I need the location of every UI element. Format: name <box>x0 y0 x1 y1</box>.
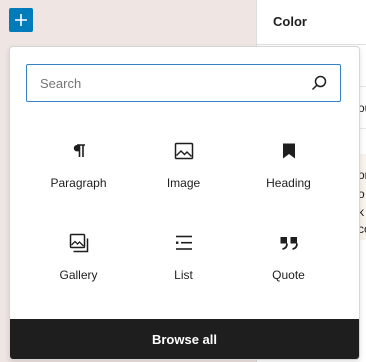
search-box <box>26 64 341 102</box>
block-label: Quote <box>272 268 305 282</box>
block-label: Heading <box>266 176 311 190</box>
block-label: Gallery <box>59 268 98 282</box>
paragraph-icon <box>67 139 91 163</box>
block-paragraph[interactable]: Paragraph <box>26 123 131 215</box>
search-input[interactable] <box>38 74 308 92</box>
search-icon[interactable] <box>308 72 330 94</box>
quote-icon <box>277 231 301 255</box>
block-heading[interactable]: Heading <box>236 123 341 215</box>
list-icon <box>172 231 196 255</box>
block-label: List <box>174 268 193 282</box>
sidebar-panel-title[interactable]: Color <box>273 14 307 29</box>
gallery-icon <box>67 231 91 255</box>
block-inserter-toggle[interactable] <box>9 8 33 32</box>
block-list: Paragraph Image Heading Gallery List Quo… <box>26 123 341 307</box>
block-quote[interactable]: Quote <box>236 215 341 307</box>
image-icon <box>172 139 196 163</box>
block-gallery[interactable]: Gallery <box>26 215 131 307</box>
block-label: Paragraph <box>50 176 107 190</box>
block-label: Image <box>166 176 201 190</box>
plus-icon <box>15 14 27 26</box>
block-list[interactable]: List <box>131 215 236 307</box>
browse-all-button[interactable]: Browse all <box>10 319 359 359</box>
block-image[interactable]: Image <box>131 123 236 215</box>
bookmark-icon <box>277 139 301 163</box>
block-inserter-popover: Paragraph Image Heading <box>9 46 360 360</box>
